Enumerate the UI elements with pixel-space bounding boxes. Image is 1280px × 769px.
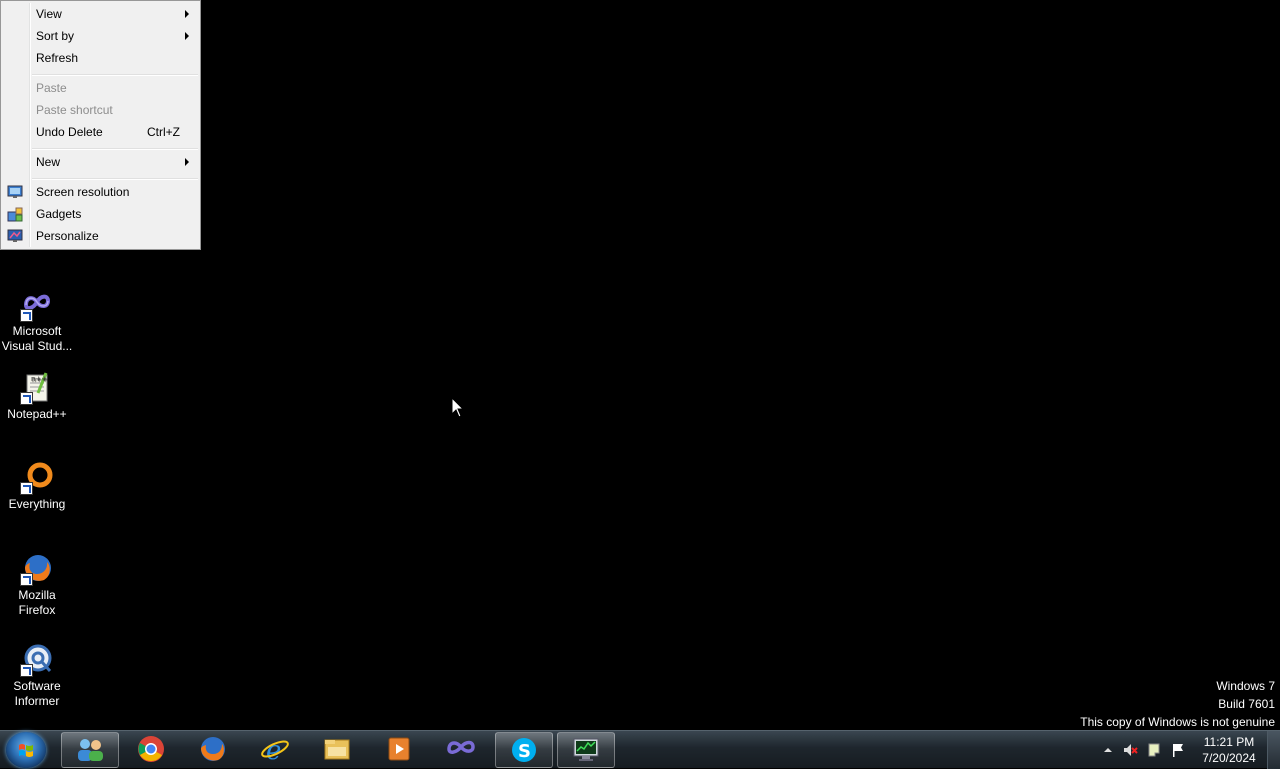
action-center-flag-icon[interactable] (1170, 742, 1186, 758)
desktop-icon-visual-studio[interactable]: Microsoft Visual Stud... (0, 288, 74, 354)
svg-text:S: S (518, 741, 531, 762)
clock-time: 11:21 PM (1203, 735, 1255, 749)
desktop-context-menu: View Sort by Refresh Paste Paste shortcu… (0, 0, 201, 250)
gadgets-icon (7, 207, 23, 222)
desktop-icon-label: Everything (8, 497, 66, 511)
firefox-icon (20, 552, 54, 586)
volume-muted-icon[interactable] (1122, 742, 1138, 758)
everything-icon (20, 461, 54, 495)
menu-item-paste-shortcut: Paste shortcut (3, 99, 198, 121)
menu-separator (32, 178, 198, 180)
menu-item-shortcut: Ctrl+Z (147, 125, 180, 139)
menu-item-gadgets[interactable]: Gadgets (3, 203, 198, 225)
windows-watermark: Windows 7 Build 7601 This copy of Window… (1080, 677, 1275, 731)
desktop-icon-label: Microsoft Visual Stud... (1, 324, 73, 353)
internet-explorer-icon: e (261, 736, 289, 763)
menu-item-label: View (36, 7, 62, 21)
file-explorer-icon (324, 739, 350, 760)
menu-item-sort-by[interactable]: Sort by (3, 25, 198, 47)
svg-text:e: e (266, 736, 281, 763)
taskbar-task-manager-button[interactable] (557, 732, 615, 768)
software-informer-icon (20, 643, 54, 677)
submenu-arrow-icon (185, 32, 189, 40)
personalize-icon (7, 229, 23, 242)
desktop-icon-everything[interactable]: Everything (0, 461, 74, 512)
show-desktop-button[interactable] (1267, 731, 1280, 769)
firefox-icon (201, 737, 225, 761)
network-icon[interactable] (1146, 742, 1162, 758)
notepadpp-icon: n++ (20, 371, 54, 405)
menu-item-label: Paste shortcut (36, 103, 113, 117)
media-player-icon (388, 737, 410, 761)
desktop-icon-label: Notepad++ (7, 407, 67, 421)
taskbar-media-player-button[interactable] (371, 732, 427, 766)
menu-item-label: Paste (36, 81, 67, 95)
taskbar-chrome-button[interactable] (123, 732, 179, 766)
watermark-build: Build 7601 (1218, 697, 1275, 711)
visual-studio-icon (20, 288, 54, 322)
task-manager-icon (573, 738, 599, 761)
submenu-arrow-icon (185, 158, 189, 166)
menu-item-new[interactable]: New (3, 151, 198, 173)
visual-studio-icon (447, 740, 475, 754)
menu-item-label: Undo Delete (36, 125, 103, 139)
desktop-icon-notepadpp[interactable]: n++ Notepad++ (0, 371, 74, 422)
menu-item-refresh[interactable]: Refresh (3, 47, 198, 69)
taskbar-internet-explorer-button[interactable]: e (247, 732, 303, 766)
start-button[interactable] (6, 732, 46, 768)
taskbar-users-button[interactable] (61, 732, 119, 768)
desktop-icon-software-informer[interactable]: Software Informer (0, 643, 74, 709)
taskbar: e S 11:21 PM 7/20/2024 (0, 730, 1280, 769)
menu-item-label: Screen resolution (36, 185, 130, 199)
menu-separator (32, 74, 198, 76)
windows-logo-icon (19, 744, 33, 757)
chrome-icon (138, 736, 164, 762)
menu-item-label: Sort by (36, 29, 75, 43)
monitor-icon (7, 185, 23, 198)
desktop-icon-label: Mozilla Firefox (18, 588, 56, 617)
system-clock[interactable]: 11:21 PM 7/20/2024 (1196, 734, 1262, 766)
submenu-arrow-icon (185, 10, 189, 18)
users-icon (78, 739, 103, 761)
clock-date: 7/20/2024 (1202, 751, 1256, 765)
taskbar-visual-studio-button[interactable] (433, 732, 489, 766)
desktop[interactable]: Microsoft Visual Stud... n++ Notepad++ E… (0, 0, 1280, 730)
skype-icon: S (512, 738, 536, 762)
taskbar-file-explorer-button[interactable] (309, 732, 365, 766)
watermark-os: Windows 7 (1216, 679, 1275, 693)
menu-item-label: Gadgets (36, 207, 82, 221)
menu-separator (32, 148, 198, 150)
desktop-icon-label: Software Informer (13, 679, 61, 708)
menu-item-personalize[interactable]: Personalize (3, 225, 198, 247)
show-hidden-icons-chevron-icon[interactable] (1100, 742, 1116, 758)
menu-item-label: New (36, 155, 61, 169)
mouse-cursor-icon (451, 397, 465, 418)
menu-item-view[interactable]: View (3, 3, 198, 25)
desktop-icon-firefox[interactable]: Mozilla Firefox (0, 552, 74, 618)
taskbar-skype-button[interactable]: S (495, 732, 553, 768)
menu-item-paste: Paste (3, 77, 198, 99)
menu-item-undo-delete[interactable]: Undo Delete Ctrl+Z (3, 121, 198, 143)
watermark-genuine: This copy of Windows is not genuine (1080, 715, 1275, 729)
menu-item-screen-resolution[interactable]: Screen resolution (3, 181, 198, 203)
menu-item-label: Personalize (36, 229, 99, 243)
menu-item-label: Refresh (36, 51, 79, 65)
taskbar-firefox-button[interactable] (185, 732, 241, 766)
svg-text:n++: n++ (31, 375, 47, 383)
